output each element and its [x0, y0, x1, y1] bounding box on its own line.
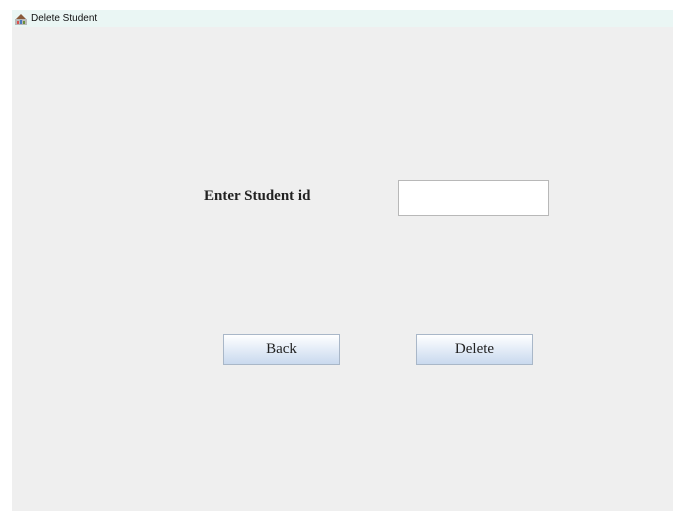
- back-button[interactable]: Back: [223, 334, 340, 365]
- delete-student-window: Delete Student Enter Student id Back Del…: [12, 10, 673, 511]
- title-bar[interactable]: Delete Student: [12, 10, 673, 27]
- delete-button[interactable]: Delete: [416, 334, 533, 365]
- student-id-input[interactable]: [398, 180, 549, 216]
- window-title: Delete Student: [31, 12, 98, 24]
- student-id-label: Enter Student id: [204, 188, 311, 204]
- java-cup-icon: [14, 12, 28, 26]
